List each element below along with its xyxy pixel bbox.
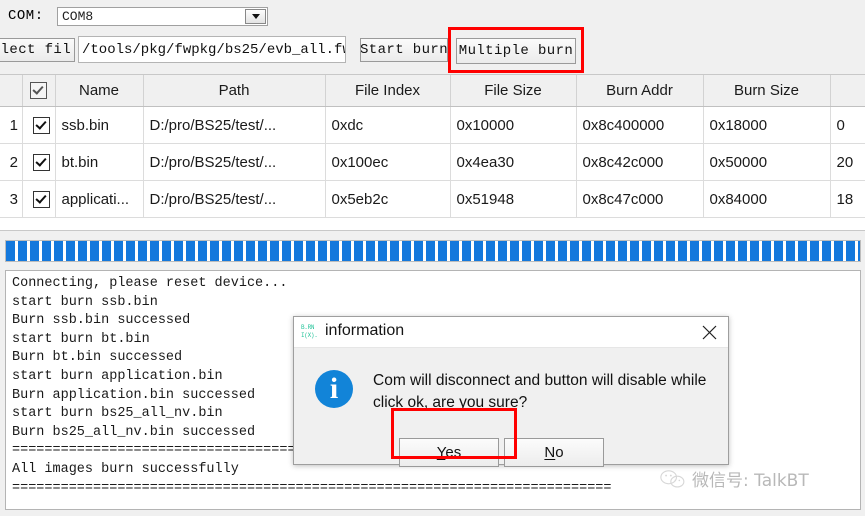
table-header-row: Name Path File Index File Size Burn Addr… — [0, 75, 865, 107]
no-button[interactable]: No — [504, 438, 604, 467]
header-extra[interactable] — [830, 75, 865, 107]
com-port-value: COM8 — [62, 9, 94, 24]
row-checkbox-cell[interactable] — [22, 106, 56, 144]
cell-extra: 20 — [830, 143, 865, 181]
dialog-body: i Com will disconnect and button will di… — [294, 348, 728, 467]
row-checkbox-cell[interactable] — [22, 180, 56, 218]
cell-file-size: 0x51948 — [450, 180, 577, 218]
header-rownum — [0, 75, 23, 107]
burn-progress-bar — [5, 240, 861, 262]
select-file-button[interactable]: Select fil — [0, 38, 75, 62]
file-path-input[interactable]: /tools/pkg/fwpkg/bs25/evb_all.fwpkg — [78, 36, 346, 63]
no-rest: o — [555, 444, 564, 461]
row-number: 2 — [0, 143, 23, 181]
header-file-index[interactable]: File Index — [325, 75, 451, 107]
file-table: Name Path File Index File Size Burn Addr… — [0, 74, 865, 231]
cell-burn-size: 0x50000 — [703, 143, 831, 181]
app-icon-line1: B.RN — [301, 324, 315, 331]
com-label: COM: — [8, 8, 44, 24]
com-port-select[interactable]: COM8 — [57, 7, 268, 26]
row-number: 3 — [0, 180, 23, 218]
information-dialog: B.RN I(X). information i Com will discon… — [293, 316, 729, 467]
header-select-all[interactable] — [22, 75, 56, 107]
header-file-size[interactable]: File Size — [450, 75, 577, 107]
table-row[interactable]: 1 ssb.bin D:/pro/BS25/test/... 0xdc 0x10… — [0, 106, 865, 144]
close-icon — [702, 325, 716, 339]
table-row[interactable]: 2 bt.bin D:/pro/BS25/test/... 0x100ec 0x… — [0, 143, 865, 181]
cell-file-index: 0xdc — [325, 106, 451, 144]
cell-name: ssb.bin — [55, 106, 144, 144]
header-burn-size[interactable]: Burn Size — [703, 75, 831, 107]
cell-burn-size: 0x18000 — [703, 106, 831, 144]
close-button[interactable] — [694, 320, 724, 344]
no-accel: N — [544, 444, 556, 461]
checkbox-checked-icon[interactable] — [33, 153, 50, 171]
checkbox-checked-icon[interactable] — [33, 116, 50, 134]
yes-rest: es — [445, 444, 462, 461]
cell-file-index: 0x5eb2c — [325, 180, 451, 218]
dialog-title-bar: B.RN I(X). information — [294, 317, 728, 348]
cell-file-size: 0x10000 — [450, 106, 577, 144]
cell-burn-addr: 0x8c400000 — [576, 106, 704, 144]
table-body: 1 ssb.bin D:/pro/BS25/test/... 0xdc 0x10… — [0, 106, 865, 218]
chevron-down-icon — [251, 14, 260, 19]
cell-name: bt.bin — [55, 143, 144, 181]
app-icon: B.RN I(X). — [301, 324, 318, 341]
dialog-title: information — [325, 322, 405, 339]
com-toolbar: COM: COM8 — [0, 0, 865, 33]
row-checkbox-cell[interactable] — [22, 143, 56, 181]
table-row[interactable]: 3 applicati... D:/pro/BS25/test/... 0x5e… — [0, 180, 865, 218]
cell-burn-size: 0x84000 — [703, 180, 831, 218]
progress-fill — [6, 241, 860, 261]
cell-file-index: 0x100ec — [325, 143, 451, 181]
cell-burn-addr: 0x8c47c000 — [576, 180, 704, 218]
header-path[interactable]: Path — [143, 75, 326, 107]
cell-path: D:/pro/BS25/test/... — [143, 180, 326, 218]
burn-tool-window: COM: COM8 Select fil /tools/pkg/fwpkg/bs… — [0, 0, 865, 516]
cell-path: D:/pro/BS25/test/... — [143, 106, 326, 144]
com-dropdown-button[interactable] — [245, 9, 266, 24]
app-icon-line2: I(X). — [301, 332, 318, 339]
cell-extra: 0 — [830, 106, 865, 144]
checkbox-checked-icon[interactable] — [30, 82, 47, 100]
yes-button[interactable]: Yes — [399, 438, 499, 467]
cell-name: applicati... — [55, 180, 144, 218]
cell-extra: 18 — [830, 180, 865, 218]
header-name[interactable]: Name — [55, 75, 144, 107]
header-burn-addr[interactable]: Burn Addr — [576, 75, 704, 107]
info-icon: i — [315, 370, 353, 408]
cell-path: D:/pro/BS25/test/... — [143, 143, 326, 181]
checkbox-checked-icon[interactable] — [33, 190, 50, 208]
start-burn-button[interactable]: Start burn — [360, 38, 448, 62]
dialog-message: Com will disconnect and button will disa… — [373, 372, 707, 411]
multiple-burn-button[interactable]: Multiple burn — [456, 38, 576, 64]
row-number: 1 — [0, 106, 23, 144]
cell-file-size: 0x4ea30 — [450, 143, 577, 181]
cell-burn-addr: 0x8c42c000 — [576, 143, 704, 181]
